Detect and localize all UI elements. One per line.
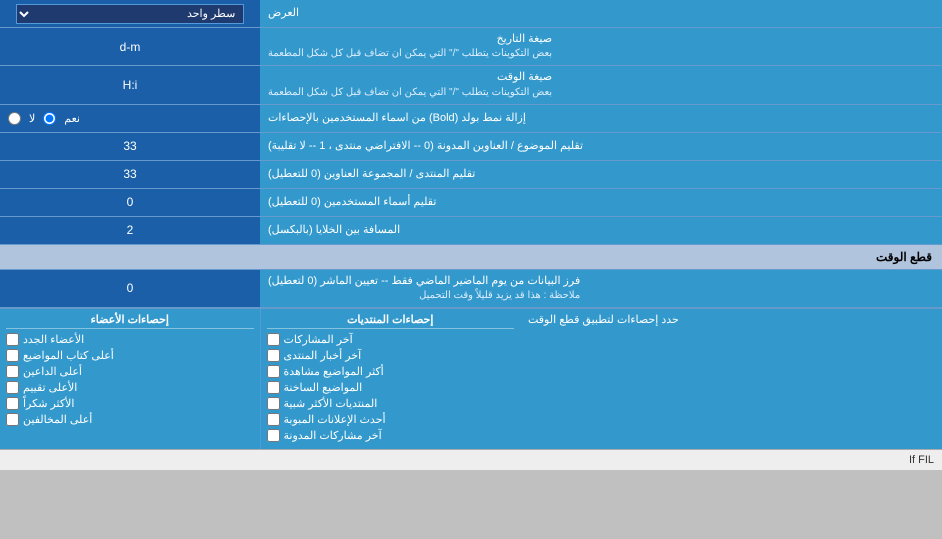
- stat-item-top-rated: الأعلى تقييم: [6, 381, 254, 394]
- date-format-row: صيغة التاريخ بعض التكوينات يتطلب "/" الت…: [0, 28, 942, 66]
- cell-distance-input[interactable]: [18, 223, 241, 237]
- header-row: العرض سطر واحد سطرين ثلاثة أسطر: [0, 0, 942, 28]
- stat-item-classifieds: أحدث الإعلانات المبوبة: [267, 413, 515, 426]
- bold-remove-radio-cell: نعم لا: [0, 105, 260, 132]
- forum-group-row: تقليم المنتدى / المجموعة العناوين (0 للت…: [0, 161, 942, 189]
- member-stats-header: إحصاءات الأعضاء: [6, 313, 254, 329]
- stat-most-viewed-label: أكثر المواضيع مشاهدة: [284, 365, 384, 378]
- forum-group-input[interactable]: [18, 167, 241, 181]
- cell-distance-input-cell: [0, 217, 260, 244]
- stat-item-top-violators: أعلى المخالفين: [6, 413, 254, 426]
- stat-shares-label: آخر المشاركات: [284, 333, 353, 346]
- stat-most-thanks-label: الأكثر شكراً: [23, 397, 74, 410]
- username-trim-row: تقليم أسماء المستخدمين (0 للتعطيل): [0, 189, 942, 217]
- bold-remove-label: إزالة نمط بولد (Bold) من اسماء المستخدمي…: [260, 105, 942, 132]
- username-trim-input-cell: [0, 189, 260, 216]
- cell-distance-label: المسافة بين الخلايا (بالبكسل): [260, 217, 942, 244]
- stat-top-violators-label: أعلى المخالفين: [23, 413, 92, 426]
- stat-top-inviters-checkbox[interactable]: [6, 365, 19, 378]
- time-format-label: صيغة الوقت بعض التكوينات يتطلب "/" التي …: [260, 66, 942, 103]
- view-dropdown-cell[interactable]: سطر واحد سطرين ثلاثة أسطر: [0, 0, 260, 27]
- stat-classifieds-label: أحدث الإعلانات المبوبة: [284, 413, 386, 426]
- main-container: العرض سطر واحد سطرين ثلاثة أسطر صيغة الت…: [0, 0, 942, 470]
- date-format-input[interactable]: [18, 40, 241, 54]
- cut-time-input[interactable]: [18, 281, 241, 295]
- stat-popular-forum-label: المنتديات الأكثر شبية: [284, 397, 378, 410]
- topic-title-input-cell: [0, 133, 260, 160]
- topic-title-label: تقليم الموضوع / العناوين المدونة (0 -- ا…: [260, 133, 942, 160]
- stat-top-rated-checkbox[interactable]: [6, 381, 19, 394]
- time-format-row: صيغة الوقت بعض التكوينات يتطلب "/" التي …: [0, 66, 942, 104]
- stat-item-new-members: الأعضاء الجدد: [6, 333, 254, 346]
- stat-item-shares: آخر المشاركات: [267, 333, 515, 346]
- bold-remove-row: إزالة نمط بولد (Bold) من اسماء المستخدمي…: [0, 105, 942, 133]
- username-trim-input[interactable]: [18, 195, 241, 209]
- date-format-label: صيغة التاريخ بعض التكوينات يتطلب "/" الت…: [260, 28, 942, 65]
- stat-item-forum-news: آخر أخبار المنتدى: [267, 349, 515, 362]
- time-format-input[interactable]: [18, 78, 241, 92]
- stat-top-rated-label: الأعلى تقييم: [23, 381, 77, 394]
- stat-popular-forum-checkbox[interactable]: [267, 397, 280, 410]
- stat-new-members-label: الأعضاء الجدد: [23, 333, 84, 346]
- stat-forum-news-label: آخر أخبار المنتدى: [284, 349, 362, 362]
- stat-item-most-viewed: أكثر المواضيع مشاهدة: [267, 365, 515, 378]
- bottom-note: If FIL: [0, 449, 942, 470]
- stat-item-top-writers: أعلى كتاب المواضيع: [6, 349, 254, 362]
- stat-top-inviters-label: أعلى الداعين: [23, 365, 82, 378]
- stat-top-writers-label: أعلى كتاب المواضيع: [23, 349, 114, 362]
- stat-top-writers-checkbox[interactable]: [6, 349, 19, 362]
- stat-item-blog-posts: آخر مشاركات المدونة: [267, 429, 515, 442]
- stats-section: حدد إحصاءات لتطبيق قطع الوقت إحصاءات الم…: [0, 308, 942, 449]
- cut-time-header: قطع الوقت: [0, 245, 942, 270]
- stat-blog-posts-label: آخر مشاركات المدونة: [284, 429, 382, 442]
- bold-yes-radio[interactable]: [43, 112, 56, 125]
- username-trim-label: تقليم أسماء المستخدمين (0 للتعطيل): [260, 189, 942, 216]
- stats-columns: إحصاءات المنتديات آخر المشاركات آخر أخبا…: [0, 309, 520, 449]
- date-format-input-cell: [0, 28, 260, 65]
- topic-title-row: تقليم الموضوع / العناوين المدونة (0 -- ا…: [0, 133, 942, 161]
- forum-group-input-cell: [0, 161, 260, 188]
- stat-hot-checkbox[interactable]: [267, 381, 280, 394]
- cut-time-row: فرز البيانات من يوم الماضير الماضي فقط -…: [0, 270, 942, 308]
- stat-most-thanks-checkbox[interactable]: [6, 397, 19, 410]
- cut-time-input-cell: [0, 270, 260, 307]
- member-stats-col: إحصاءات الأعضاء الأعضاء الجدد أعلى كتاب …: [0, 309, 261, 449]
- stat-new-members-checkbox[interactable]: [6, 333, 19, 346]
- cut-time-label: فرز البيانات من يوم الماضير الماضي فقط -…: [260, 270, 942, 307]
- time-format-input-cell: [0, 66, 260, 103]
- cell-distance-row: المسافة بين الخلايا (بالبكسل): [0, 217, 942, 245]
- forum-stats-col: إحصاءات المنتديات آخر المشاركات آخر أخبا…: [261, 309, 521, 449]
- stat-shares-checkbox[interactable]: [267, 333, 280, 346]
- bold-yes-label: نعم: [64, 112, 80, 125]
- stat-item-popular-forum: المنتديات الأكثر شبية: [267, 397, 515, 410]
- stat-top-violators-checkbox[interactable]: [6, 413, 19, 426]
- bold-no-label: لا: [29, 112, 35, 125]
- header-label: العرض: [260, 0, 942, 27]
- stat-item-hot: المواضيع الساخنة: [267, 381, 515, 394]
- stat-classifieds-checkbox[interactable]: [267, 413, 280, 426]
- stat-forum-news-checkbox[interactable]: [267, 349, 280, 362]
- forum-stats-header: إحصاءات المنتديات: [267, 313, 515, 329]
- stat-hot-label: المواضيع الساخنة: [284, 381, 363, 394]
- view-dropdown[interactable]: سطر واحد سطرين ثلاثة أسطر: [16, 4, 245, 24]
- stats-apply-label: حدد إحصاءات لتطبيق قطع الوقت: [520, 309, 942, 449]
- stat-most-viewed-checkbox[interactable]: [267, 365, 280, 378]
- stat-item-top-inviters: أعلى الداعين: [6, 365, 254, 378]
- topic-title-input[interactable]: [18, 139, 241, 153]
- bold-no-radio[interactable]: [8, 112, 21, 125]
- stat-blog-posts-checkbox[interactable]: [267, 429, 280, 442]
- stat-item-most-thanks: الأكثر شكراً: [6, 397, 254, 410]
- forum-group-label: تقليم المنتدى / المجموعة العناوين (0 للت…: [260, 161, 942, 188]
